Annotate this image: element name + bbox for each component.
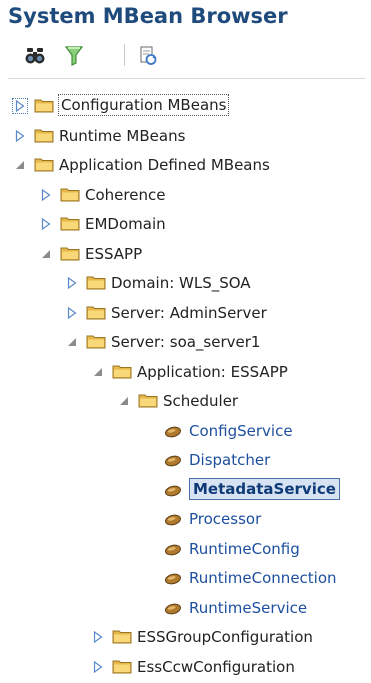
tree-folder-item[interactable]: EssCcwConfiguration: [0, 654, 371, 680]
tree-mbean-item[interactable]: Dispatcher: [0, 447, 371, 473]
tree-folder-item[interactable]: Runtime MBeans: [0, 123, 371, 149]
tree-mbean-item[interactable]: Processor: [0, 506, 371, 532]
collapsed-arrow-icon[interactable]: [65, 306, 79, 320]
collapsed-arrow-icon[interactable]: [13, 129, 27, 143]
tree-folder-item[interactable]: Server: soa_server1: [0, 329, 371, 355]
tree-mbean-item[interactable]: RuntimeConfig: [0, 536, 371, 562]
tree-item-label[interactable]: Domain: WLS_SOA: [111, 273, 251, 293]
tree-item-label[interactable]: RuntimeService: [189, 598, 307, 618]
folder-icon: [86, 274, 106, 294]
tree-folder-item[interactable]: ESSAPP: [0, 241, 371, 267]
tree-folder-item[interactable]: Domain: WLS_SOA: [0, 270, 371, 296]
expanded-arrow-icon[interactable]: [39, 247, 53, 261]
tree-item-label[interactable]: Processor: [189, 509, 261, 529]
tree-folder-item[interactable]: Application Defined MBeans: [0, 152, 371, 178]
refresh-icon[interactable]: [136, 44, 160, 68]
tree-item-label[interactable]: Coherence: [85, 185, 165, 205]
binoculars-icon[interactable]: [24, 44, 48, 68]
tree-item-label[interactable]: Scheduler: [163, 391, 238, 411]
collapsed-arrow-icon[interactable]: [65, 276, 79, 290]
folder-icon: [138, 392, 158, 412]
tree-item-label[interactable]: EssCcwConfiguration: [137, 657, 295, 677]
mbean-icon: [164, 483, 182, 502]
tree-mbean-item[interactable]: RuntimeConnection: [0, 565, 371, 591]
expanded-arrow-icon[interactable]: [13, 158, 27, 172]
folder-icon: [60, 215, 80, 235]
mbean-icon: [164, 571, 182, 590]
folder-icon: [86, 304, 106, 324]
tree-item-label[interactable]: RuntimeConfig: [189, 539, 300, 559]
collapsed-arrow-icon[interactable]: [39, 188, 53, 202]
tree-item-label[interactable]: RuntimeConnection: [189, 568, 337, 588]
mbean-icon: [164, 601, 182, 620]
page-title: System MBean Browser: [8, 4, 288, 28]
tree-item-label[interactable]: MetadataService: [189, 478, 340, 500]
collapsed-arrow-icon[interactable]: [91, 660, 105, 674]
tree-item-label[interactable]: EMDomain: [85, 214, 166, 234]
tree-mbean-item[interactable]: MetadataService: [0, 477, 371, 503]
tree-item-label[interactable]: Runtime MBeans: [59, 126, 185, 146]
collapsed-arrow-icon[interactable]: [12, 98, 28, 114]
tree-folder-item[interactable]: ESSGroupConfiguration: [0, 624, 371, 650]
mbean-icon: [164, 542, 182, 561]
collapsed-arrow-icon[interactable]: [39, 217, 53, 231]
tree-item-label[interactable]: ConfigService: [189, 421, 293, 441]
toolbar-divider: [8, 78, 365, 79]
folder-icon: [34, 156, 54, 176]
tree-folder-item[interactable]: Application: ESSAPP: [0, 359, 371, 385]
folder-icon: [60, 186, 80, 206]
expanded-arrow-icon[interactable]: [117, 394, 131, 408]
folder-icon: [112, 658, 132, 678]
collapsed-arrow-icon[interactable]: [91, 630, 105, 644]
tree-item-label[interactable]: Server: soa_server1: [111, 332, 260, 352]
folder-icon: [86, 333, 106, 353]
tree-item-label[interactable]: ESSAPP: [85, 244, 142, 264]
tree-item-label[interactable]: Application: ESSAPP: [137, 362, 288, 382]
tree-folder-item[interactable]: Scheduler: [0, 388, 371, 414]
mbean-icon: [164, 453, 182, 472]
folder-icon: [34, 127, 54, 147]
filter-icon[interactable]: [62, 44, 86, 68]
expanded-arrow-icon[interactable]: [91, 365, 105, 379]
toolbar-separator: [124, 44, 125, 66]
folder-icon: [112, 628, 132, 648]
toolbar: [0, 44, 371, 80]
tree-item-label[interactable]: ESSGroupConfiguration: [137, 627, 313, 647]
tree-item-label[interactable]: Dispatcher: [189, 450, 270, 470]
tree-folder-item[interactable]: Configuration MBeans: [0, 93, 371, 119]
tree-folder-item[interactable]: EMDomain: [0, 211, 371, 237]
folder-icon: [112, 363, 132, 383]
tree-mbean-item[interactable]: RuntimeService: [0, 595, 371, 621]
tree-item-label[interactable]: Configuration MBeans: [57, 94, 230, 116]
mbean-icon: [164, 424, 182, 443]
folder-icon: [34, 97, 54, 117]
tree-item-label[interactable]: Server: AdminServer: [111, 303, 267, 323]
folder-icon: [60, 245, 80, 265]
tree-folder-item[interactable]: Coherence: [0, 182, 371, 208]
tree-item-label[interactable]: Application Defined MBeans: [59, 155, 270, 175]
expanded-arrow-icon[interactable]: [65, 335, 79, 349]
mbean-icon: [164, 512, 182, 531]
tree-folder-item[interactable]: Server: AdminServer: [0, 300, 371, 326]
tree-mbean-item[interactable]: ConfigService: [0, 418, 371, 444]
